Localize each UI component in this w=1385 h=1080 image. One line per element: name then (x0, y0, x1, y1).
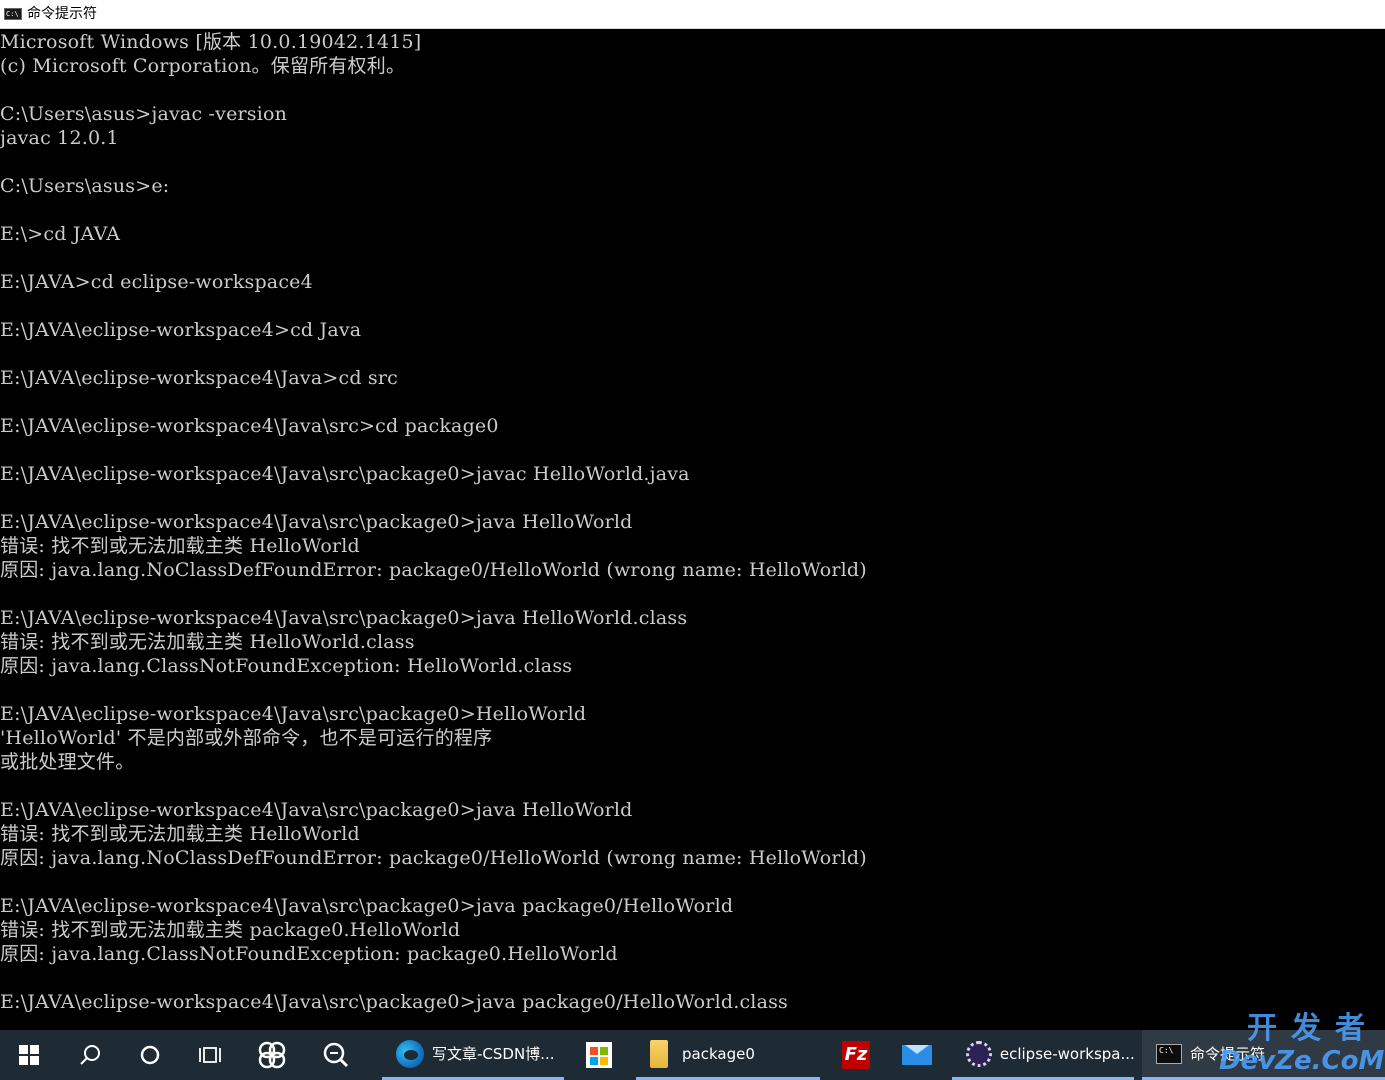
taskbar-app-store[interactable] (574, 1030, 624, 1080)
start-button[interactable] (0, 1030, 58, 1080)
taskbar-app-explorer[interactable]: package0 (636, 1030, 820, 1080)
console-line: C:\Users\asus>e: (0, 175, 170, 197)
store-icon (586, 1042, 612, 1068)
console-line: 错误: 找不到或无法加载主类 HelloWorld (0, 823, 360, 845)
taskbar-app-edge[interactable]: 写文章-CSDN博... (382, 1030, 564, 1080)
taskbar-app-filezilla[interactable]: Fz (830, 1030, 882, 1080)
task-view-button[interactable] (182, 1030, 238, 1080)
magnifier-icon (323, 1042, 349, 1068)
cmd-icon: C:\ (4, 8, 22, 20)
windows-logo-icon (19, 1045, 39, 1065)
taskbar-app-label: 写文章-CSDN博... (432, 1045, 555, 1063)
search-icon (80, 1045, 100, 1065)
circle-icon (140, 1045, 160, 1065)
console-line: 原因: java.lang.NoClassDefFoundError: pack… (0, 847, 867, 869)
window-title: 命令提示符 (27, 6, 97, 22)
console-line: 或批处理文件。 (0, 751, 135, 773)
console-line: E:\JAVA\eclipse-workspace4\Java\src\pack… (0, 607, 688, 629)
watermark-bottom: DevZe.CoM (1219, 1046, 1385, 1076)
console-line: Microsoft Windows [版本 10.0.19042.1415] (0, 31, 422, 53)
console-line: 原因: java.lang.ClassNotFoundException: He… (0, 655, 573, 677)
filezilla-icon: Fz (842, 1041, 870, 1069)
console-line: E:\JAVA\eclipse-workspace4\Java\src\pack… (0, 895, 734, 917)
magnifier-button[interactable] (306, 1030, 366, 1080)
console-line: E:\JAVA\eclipse-workspace4\Java\src\pack… (0, 991, 788, 1013)
task-view-icon (199, 1047, 221, 1063)
console-line: 'HelloWorld' 不是内部或外部命令，也不是可运行的程序 (0, 727, 493, 749)
mail-icon (902, 1045, 932, 1065)
console-line: 原因: java.lang.NoClassDefFoundError: pack… (0, 559, 867, 581)
taskbar-app-mail[interactable] (890, 1030, 944, 1080)
search-button[interactable] (62, 1030, 118, 1080)
console-line: E:\JAVA>cd eclipse-workspace4 (0, 271, 313, 293)
console-line: javac 12.0.1 (0, 127, 119, 149)
watermark: 开发者 DevZe.CoM (1219, 1011, 1385, 1078)
taskbar-app-label: eclipse-workspa... (999, 1044, 1134, 1063)
title-bar[interactable]: C:\ 命令提示符 (0, 0, 1385, 29)
folder-icon (650, 1039, 668, 1068)
watermark-top: 开发者 (1247, 1011, 1379, 1046)
console-line: E:\JAVA\eclipse-workspace4\Java\src>cd p… (0, 415, 499, 437)
taskbar: 写文章-CSDN博... package0 Fz eclipse-workspa… (0, 1030, 1385, 1080)
console-line: E:\JAVA\eclipse-workspace4\Java\src\pack… (0, 703, 587, 725)
console-line: 原因: java.lang.ClassNotFoundException: pa… (0, 943, 618, 965)
console-output[interactable]: Microsoft Windows [版本 10.0.19042.1415] (c… (0, 30, 1385, 1030)
edge-icon (396, 1039, 424, 1068)
console-line: E:\JAVA\eclipse-workspace4>cd Java (0, 319, 362, 341)
console-line: 错误: 找不到或无法加载主类 HelloWorld.class (0, 631, 415, 653)
taskbar-app-label: package0 (682, 1044, 755, 1063)
eclipse-icon (966, 1040, 992, 1067)
console-line: C:\Users\asus>javac -version (0, 103, 288, 125)
console-line: 错误: 找不到或无法加载主类 HelloWorld (0, 535, 360, 557)
console-line: E:\JAVA\eclipse-workspace4\Java>cd src (0, 367, 398, 389)
console-line: E:\JAVA\eclipse-workspace4\Java\src\pack… (0, 799, 633, 821)
console-line: E:\JAVA\eclipse-workspace4\Java\src\pack… (0, 511, 633, 533)
command-prompt-window: C:\ 命令提示符 Microsoft Windows [版本 10.0.190… (0, 0, 1385, 1030)
pinwheel-icon (258, 1041, 286, 1069)
cortana-button[interactable] (122, 1030, 178, 1080)
console-line: 错误: 找不到或无法加载主类 package0.HelloWorld (0, 919, 461, 941)
console-line: E:\>cd JAVA (0, 223, 121, 245)
taskbar-app-eclipse[interactable]: eclipse-workspa... (952, 1030, 1134, 1080)
console-line: (c) Microsoft Corporation。保留所有权利。 (0, 55, 406, 77)
cmd-icon: C:\ (1156, 1043, 1182, 1064)
widget-button[interactable] (242, 1030, 302, 1080)
console-line: E:\JAVA\eclipse-workspace4\Java\src\pack… (0, 463, 690, 485)
